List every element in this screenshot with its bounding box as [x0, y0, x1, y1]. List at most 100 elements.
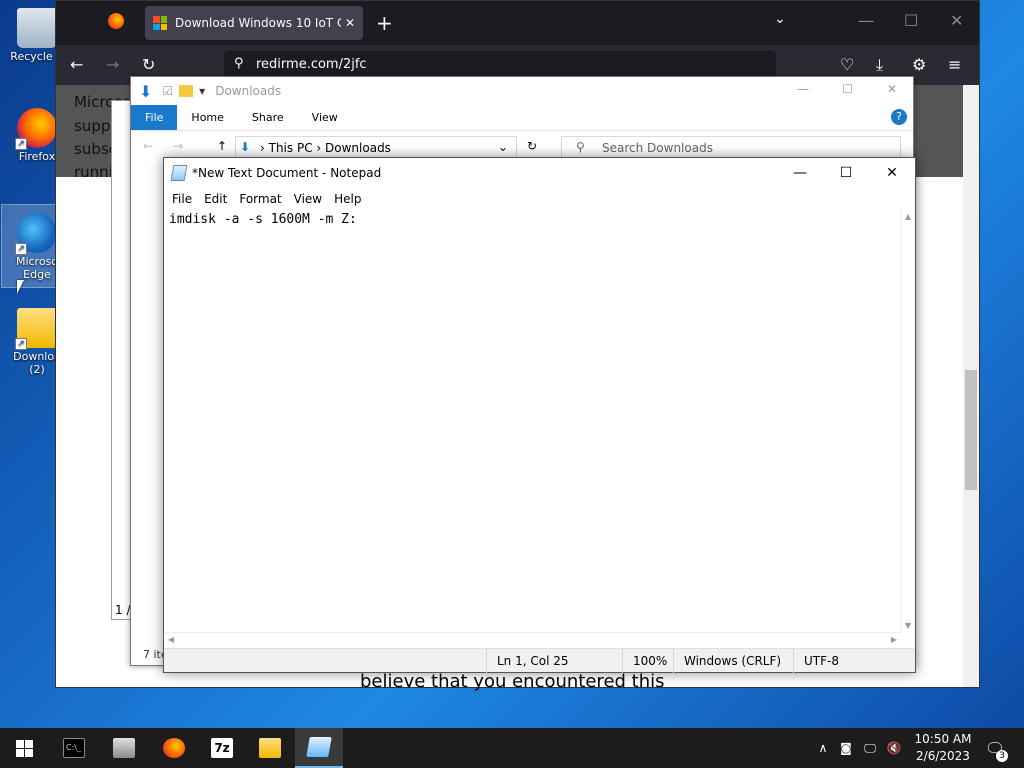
tab-title: Download Windows 10 IoT Core	[175, 16, 341, 30]
shortcut-arrow-icon: ↗	[15, 138, 27, 150]
firefox-icon	[163, 738, 185, 758]
search-icon: ⚲	[576, 140, 585, 154]
notepad-menubar: File Edit Format View Help	[164, 188, 915, 210]
vertical-scrollbar[interactable]: ▲ ▼	[901, 210, 915, 632]
taskbar-firefox[interactable]	[150, 728, 198, 768]
search-icon: ⚲	[234, 56, 244, 71]
properties-icon[interactable]: ☑	[162, 84, 173, 98]
shortcut-arrow-icon: ↗	[15, 338, 27, 350]
maximize-button[interactable]: ☐	[904, 11, 918, 30]
list-tabs-chevron-icon[interactable]: ⌄	[774, 11, 786, 27]
chevron-down-icon[interactable]: ⌄	[498, 140, 508, 154]
forward-arrow-icon[interactable]: →	[106, 55, 119, 74]
quick-access-chevron-icon[interactable]: ▾	[199, 84, 205, 98]
breadcrumb-item[interactable]: Downloads	[325, 141, 391, 155]
ribbon-tab-share[interactable]: Share	[238, 105, 298, 130]
ribbon-tab-home[interactable]: Home	[177, 105, 237, 130]
minimize-button[interactable]: —	[797, 82, 809, 96]
back-arrow-icon[interactable]: ←	[70, 55, 83, 74]
network-icon[interactable]: 🖵	[861, 728, 879, 768]
clock-date: 2/6/2023	[916, 749, 970, 763]
extensions-icon[interactable]: ⚙	[912, 55, 926, 74]
new-tab-button[interactable]: +	[376, 11, 393, 35]
help-icon[interactable]: ?	[891, 109, 907, 125]
status-text: 1 /	[115, 603, 131, 617]
computer-tool-icon	[113, 738, 135, 758]
maximize-button[interactable]: ☐	[823, 158, 869, 188]
ribbon-tab-view[interactable]: View	[298, 105, 352, 130]
breadcrumb-item[interactable]: This PC	[269, 141, 313, 155]
url-text: redirme.com/2jfc	[256, 57, 367, 72]
scroll-down-icon[interactable]: ▼	[905, 621, 911, 630]
scrollbar-thumb[interactable]	[965, 370, 977, 490]
page-text-line: believe that you encountered this	[360, 671, 665, 692]
downloads-icon[interactable]: ⤓	[876, 55, 883, 75]
new-folder-icon[interactable]	[179, 85, 194, 97]
horizontal-scrollbar[interactable]: ◀ ▶	[164, 632, 901, 648]
taskbar: C:\_ 7z ∧ ◙ 🖵 🔇 10:50 AM 2/6/2023 🗨 3	[0, 728, 1024, 768]
reload-icon[interactable]: ↻	[142, 55, 155, 74]
breadcrumb-separator: ›	[316, 141, 326, 155]
forward-arrow-icon[interactable]: →	[173, 139, 183, 153]
menu-file[interactable]: File	[166, 192, 198, 206]
close-button[interactable]: ✕	[887, 82, 897, 96]
scroll-up-icon[interactable]: ▲	[905, 212, 911, 221]
show-hidden-icons-chevron[interactable]: ∧	[814, 728, 832, 768]
taskbar-tool[interactable]	[100, 728, 148, 768]
explorer-titlebar: ⬇ ☑ ▾ Downloads — ☐ ✕	[131, 77, 913, 105]
breadcrumb-separator: ›	[260, 141, 269, 155]
taskbar-7zip[interactable]: 7z	[198, 728, 246, 768]
close-button[interactable]: ✕	[869, 158, 915, 188]
menu-format[interactable]: Format	[233, 192, 287, 206]
taskbar-cmd[interactable]: C:\_	[50, 728, 98, 768]
edge-icon: ↗	[15, 213, 57, 255]
minimize-button[interactable]: —	[858, 11, 874, 30]
menu-edit[interactable]: Edit	[198, 192, 233, 206]
meet-now-icon[interactable]: ◙	[837, 728, 855, 768]
maximize-button[interactable]: ☐	[842, 82, 853, 96]
recycle-bin-icon	[17, 8, 57, 48]
folder-icon	[259, 738, 281, 758]
explorer-ribbon: File Home Share View ?	[131, 105, 913, 131]
notepad-titlebar: *New Text Document - Notepad — ☐ ✕	[164, 158, 915, 188]
command-prompt-icon: C:\_	[63, 738, 85, 758]
pocket-icon[interactable]: ♡	[840, 55, 854, 74]
taskbar-file-explorer[interactable]	[246, 728, 294, 768]
windows-start-icon	[15, 739, 33, 757]
minimize-button[interactable]: —	[777, 158, 823, 188]
menu-icon[interactable]: ≡	[948, 55, 961, 74]
zoom-level: 100%	[622, 649, 674, 673]
folder-icon: ↗	[15, 308, 57, 350]
7zip-icon: 7z	[211, 738, 233, 758]
clock[interactable]: 10:50 AM 2/6/2023	[908, 731, 978, 765]
refresh-icon[interactable]: ↻	[527, 139, 537, 153]
volume-muted-icon[interactable]: 🔇	[885, 728, 903, 768]
download-arrow-icon: ⬇	[139, 81, 153, 101]
menu-view[interactable]: View	[288, 192, 328, 206]
notification-badge: 3	[996, 750, 1008, 762]
notepad-statusbar: Ln 1, Col 25 100% Windows (CRLF) UTF-8	[164, 648, 915, 673]
firefox-view-icon[interactable]	[108, 13, 124, 29]
browser-tab[interactable]: Download Windows 10 IoT Core ✕	[145, 6, 363, 40]
scroll-right-icon[interactable]: ▶	[891, 635, 897, 644]
back-arrow-icon[interactable]: ←	[143, 139, 153, 153]
taskbar-notepad[interactable]	[295, 728, 343, 768]
scroll-left-icon[interactable]: ◀	[168, 635, 174, 644]
page-text-line: runni	[74, 163, 113, 181]
mouse-cursor-icon	[17, 280, 24, 294]
start-button[interactable]	[0, 728, 48, 768]
notepad-icon	[306, 737, 332, 757]
text-editor[interactable]: imdisk -a -s 1600M -m Z:	[164, 210, 901, 632]
firefox-icon: ↗	[15, 108, 57, 150]
menu-help[interactable]: Help	[328, 192, 367, 206]
ribbon-tab-file[interactable]: File	[131, 105, 178, 130]
page-scrollbar[interactable]	[963, 85, 979, 687]
download-arrow-icon: ⬇	[240, 140, 251, 154]
browser-tabbar: Download Windows 10 IoT Core ✕ + ⌄ — ☐ ✕	[56, 1, 979, 45]
up-arrow-icon[interactable]: ↑	[217, 139, 227, 153]
encoding: UTF-8	[793, 649, 903, 673]
notepad-title: *New Text Document - Notepad	[192, 166, 382, 180]
notification-center-button[interactable]: 🗨 3	[980, 728, 1010, 768]
tab-close-icon[interactable]: ✕	[345, 16, 355, 30]
close-button[interactable]: ✕	[950, 11, 963, 30]
